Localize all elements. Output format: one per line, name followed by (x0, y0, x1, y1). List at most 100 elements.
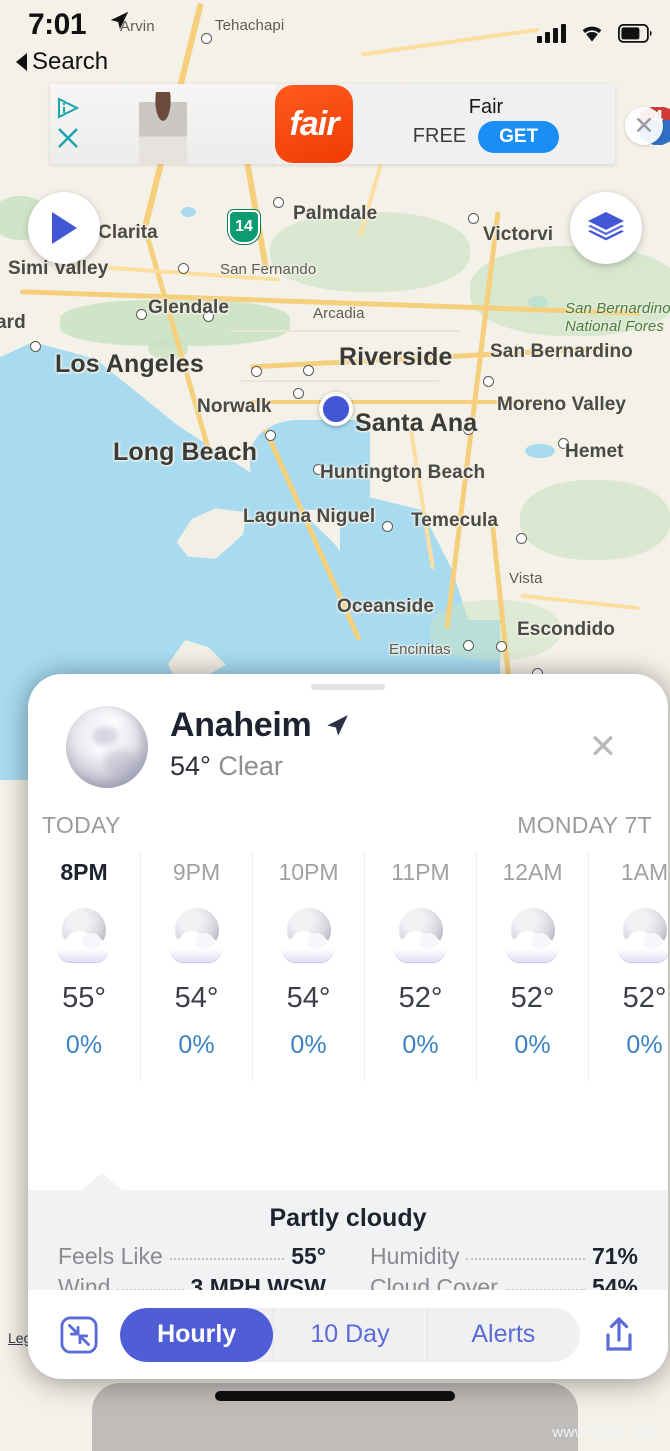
map-label[interactable]: Laguna Niguel (243, 506, 375, 528)
hourly-column[interactable]: 9PM 54° 0% (140, 853, 252, 1082)
hourly-forecast-strip[interactable]: 8PM 55° 0% 9PM 54° 0% 10PM 54° 0% 11PM 52° 0% 12AM 52… (28, 853, 668, 1082)
map-label[interactable]: Clarita (98, 222, 158, 244)
map-city-dot[interactable] (516, 533, 527, 544)
route-shield-14[interactable]: 14 (228, 210, 260, 244)
play-radar-button[interactable] (28, 192, 100, 264)
weather-card-toolbar[interactable]: Hourly 10 Day Alerts (28, 1290, 668, 1379)
hourly-column[interactable]: 12AM 52° 0% (476, 853, 588, 1082)
play-icon (52, 212, 77, 244)
detail-key: Humidity (370, 1243, 460, 1269)
map-label[interactable]: Palmdale (293, 203, 377, 225)
city-name: Anaheim (170, 706, 312, 744)
hour-temp: 54° (174, 982, 219, 1014)
hourly-column[interactable]: 11PM 52° 0% (364, 853, 476, 1082)
close-weather-card-button[interactable]: ✕ (586, 728, 620, 766)
map-label[interactable]: Hemet (565, 441, 624, 463)
map-city-dot[interactable] (251, 366, 262, 377)
layers-icon (588, 212, 624, 241)
map-label[interactable]: Vista (509, 570, 543, 587)
map-label[interactable]: Los Angeles (55, 350, 204, 379)
home-indicator[interactable] (215, 1391, 455, 1401)
wifi-icon (582, 26, 602, 42)
map-label[interactable]: Riverside (339, 343, 452, 372)
ad-media[interactable] (50, 84, 275, 164)
map-label[interactable]: Santa Ana (355, 409, 477, 438)
segment-hourly[interactable]: Hourly (120, 1307, 274, 1362)
map-city-dot[interactable] (382, 521, 393, 532)
segment-alerts[interactable]: Alerts (427, 1308, 580, 1362)
map-label[interactable]: Long Beach (113, 438, 257, 467)
map-city-dot[interactable] (483, 376, 494, 387)
map-city-dot[interactable] (30, 341, 41, 352)
status-clock: 7:01 (28, 8, 87, 41)
partly-cloudy-night-icon (505, 908, 561, 964)
detail-value: 55° (291, 1243, 326, 1269)
ad-image (138, 92, 187, 164)
hour-time: 9PM (172, 859, 221, 885)
map-label[interactable]: Norwalk (197, 396, 272, 418)
map-label[interactable]: Escondido (517, 619, 615, 641)
segment-10-day[interactable]: 10 Day (273, 1308, 426, 1362)
map-label[interactable]: Encinitas (389, 641, 451, 658)
ad-get-button[interactable]: GET (478, 120, 560, 153)
day-label-next: MONDAY 7T (517, 812, 652, 838)
map-city-dot[interactable] (178, 263, 189, 274)
back-triangle-icon (16, 53, 27, 71)
map-lake-hemet (525, 444, 555, 458)
collapse-icon[interactable] (60, 1315, 98, 1354)
map-label[interactable]: National Fores (565, 318, 664, 335)
share-icon[interactable] (602, 1316, 636, 1354)
map-city-dot[interactable] (468, 213, 479, 224)
map-city-dot[interactable] (273, 197, 284, 208)
map-label[interactable]: Temecula (411, 510, 498, 532)
detail-value: 71% (591, 1243, 638, 1269)
weather-card[interactable]: Anaheim 54° Clear ✕ TODAY MONDAY 7T 8PM 5… (28, 674, 668, 1379)
hour-temp: 52° (398, 982, 443, 1014)
hourly-column[interactable]: 8PM 55° 0% (28, 853, 140, 1082)
ad-app-icon: fair (275, 85, 353, 163)
map-label[interactable]: Arcadia (313, 305, 365, 322)
partly-cloudy-night-icon (617, 908, 668, 964)
battery-icon (618, 24, 652, 43)
map-city-dot[interactable] (303, 365, 314, 376)
view-mode-segmented-control[interactable]: Hourly 10 Day Alerts (120, 1307, 580, 1362)
map-road-grid-2 (240, 380, 440, 382)
hour-time: 11PM (391, 859, 450, 885)
map-city-dot[interactable] (463, 640, 474, 651)
map-city-dot[interactable] (496, 641, 507, 652)
back-to-search-button[interactable]: Search (16, 48, 108, 76)
map-green-south (520, 480, 670, 560)
hourly-column[interactable]: 1AM 52° 0% (588, 853, 668, 1082)
ad-dismiss-icon[interactable] (56, 126, 80, 150)
map-label[interactable]: Moreno Valley (497, 394, 626, 416)
phone-screen: 14 Arvin Tehachapi Palmdale Clarita Victorvi… (0, 0, 670, 1451)
detail-key: Feels Like (58, 1243, 163, 1269)
map-label[interactable]: San Bernardino (565, 300, 670, 317)
map-city-dot[interactable] (265, 430, 276, 441)
ad-close-button[interactable]: ✕ (625, 107, 663, 145)
map-city-dot[interactable] (293, 388, 304, 399)
map-label[interactable]: ard (0, 312, 26, 334)
map-label[interactable]: Victorvi (483, 224, 553, 246)
partly-cloudy-night-icon (56, 908, 112, 964)
hour-temp: 52° (622, 982, 667, 1014)
adchoices-icon[interactable] (56, 96, 80, 120)
cellular-bars-icon (537, 24, 566, 43)
back-label: Search (32, 48, 109, 75)
ad-banner[interactable]: fair Fair FREE GET (50, 84, 615, 164)
hourly-column[interactable]: 10PM 54° 0% (252, 853, 364, 1082)
map-label[interactable]: Huntington Beach (320, 462, 485, 484)
map-label[interactable]: San Bernardino (490, 341, 633, 363)
hour-temp: 52° (510, 982, 555, 1014)
map-layers-button[interactable] (570, 192, 642, 264)
hour-precip: 0% (65, 1031, 103, 1059)
map-label[interactable]: San Fernando (220, 261, 316, 278)
location-arrow-icon (326, 714, 348, 736)
map-label[interactable]: Oceanside (337, 596, 434, 618)
hour-precip: 0% (290, 1031, 327, 1059)
weather-card-titles: Anaheim 54° Clear (170, 702, 350, 782)
partly-cloudy-night-icon (281, 908, 337, 964)
map-city-dot[interactable] (136, 309, 147, 320)
user-location-dot[interactable] (319, 392, 353, 426)
map-label[interactable]: Glendale (148, 297, 229, 319)
